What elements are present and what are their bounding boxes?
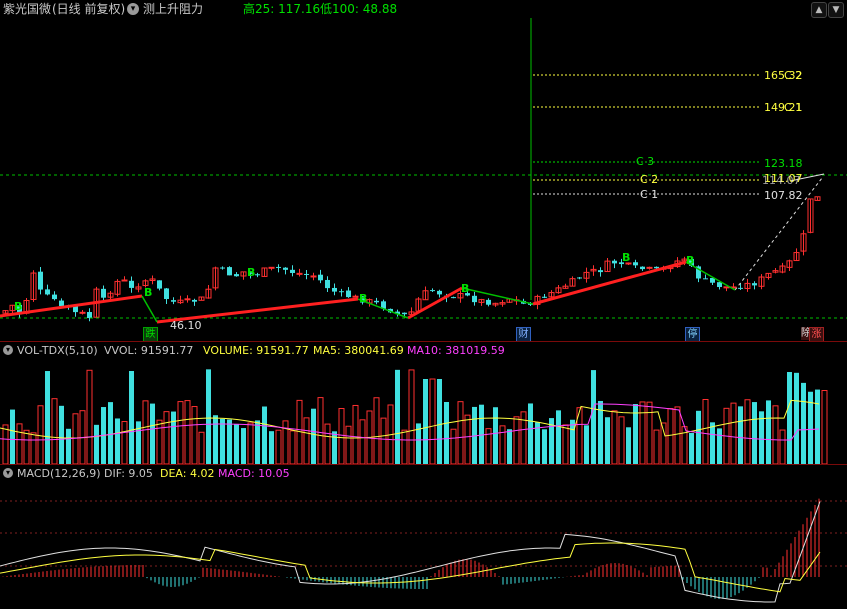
dif-value: DIF: 9.05 [104,467,153,480]
macd-indicator-name[interactable]: MACD(12,26,9) [17,466,101,481]
buy-marker: B [461,282,469,295]
chevron-up-icon[interactable]: ▲ [811,2,827,18]
volume-value: VOLUME: 91591.77 [203,344,309,357]
fib-value-c1: 107.82 [764,189,803,202]
volume-chart[interactable] [0,358,847,464]
chevron-down-icon[interactable]: ▾ [127,3,139,15]
fib-value-c3: 123.18 [764,157,803,170]
buy-marker: B [359,292,367,305]
price-chart[interactable]: C 3 123.18 C 2 111.07 114.07 C 1 107.82 … [0,18,847,341]
buy-marker: B [144,286,152,299]
buy-marker: B [622,251,630,264]
macd-value: MACD: 10.05 [218,467,290,480]
indicator-name[interactable]: 测上升阻力 [143,0,203,18]
buy-marker: B [14,300,22,313]
fib-label-c3: C 3 [636,155,654,168]
period-label[interactable]: (日线 前复权) [52,0,125,18]
macd-header: ▾ MACD(12,26,9) DIF: 9.05 DEA: 4.02 MACD… [0,466,847,481]
macd-chart[interactable] [0,481,847,609]
event-tag-rise[interactable]: 涨 [809,327,824,342]
upper-level-2-marker: C 1 [784,101,802,114]
dea-value: DEA: 4.02 [160,467,215,480]
chevron-down-icon[interactable]: ▾ [3,468,13,478]
vvol-value: VVOL: 91591.77 [104,344,194,357]
chevron-down-icon[interactable]: ▾ [3,345,13,355]
high-label: 高25: 117.16 [243,2,321,16]
fib-label-c1: C 1 [640,188,658,201]
buy-marker: B [686,254,694,267]
volume-header: ▾ VOL-TDX(5,10) VVOL: 91591.77 VOLUME: 9… [0,343,847,358]
fib-label-c2: C 2 [640,173,658,186]
event-tag-suspend[interactable]: 停 [685,327,700,342]
overlap-value: 114.07 [762,174,801,187]
event-tag-fall[interactable]: 跌 [143,327,158,342]
low-price-label: 46.10 [170,319,202,332]
upper-level-1-marker: C 2 [784,69,802,82]
volume-indicator-name[interactable]: VOL-TDX(5,10) [17,343,98,358]
buy-marker: B [247,266,255,279]
title-bar: 紫光国微 (日线 前复权) ▾ 测上升阻力 高25: 117.16 低100: … [0,0,847,18]
stock-name[interactable]: 紫光国微 [3,0,51,18]
candlesticks [2,196,821,322]
chevron-down-icon[interactable]: ▼ [828,2,844,18]
ma5-value: MA5: 380041.69 [313,344,404,357]
ma10-value: MA10: 381019.59 [407,344,505,357]
event-tag-finance[interactable]: 财 [516,327,531,342]
low-label: 低100: 48.88 [320,2,398,16]
